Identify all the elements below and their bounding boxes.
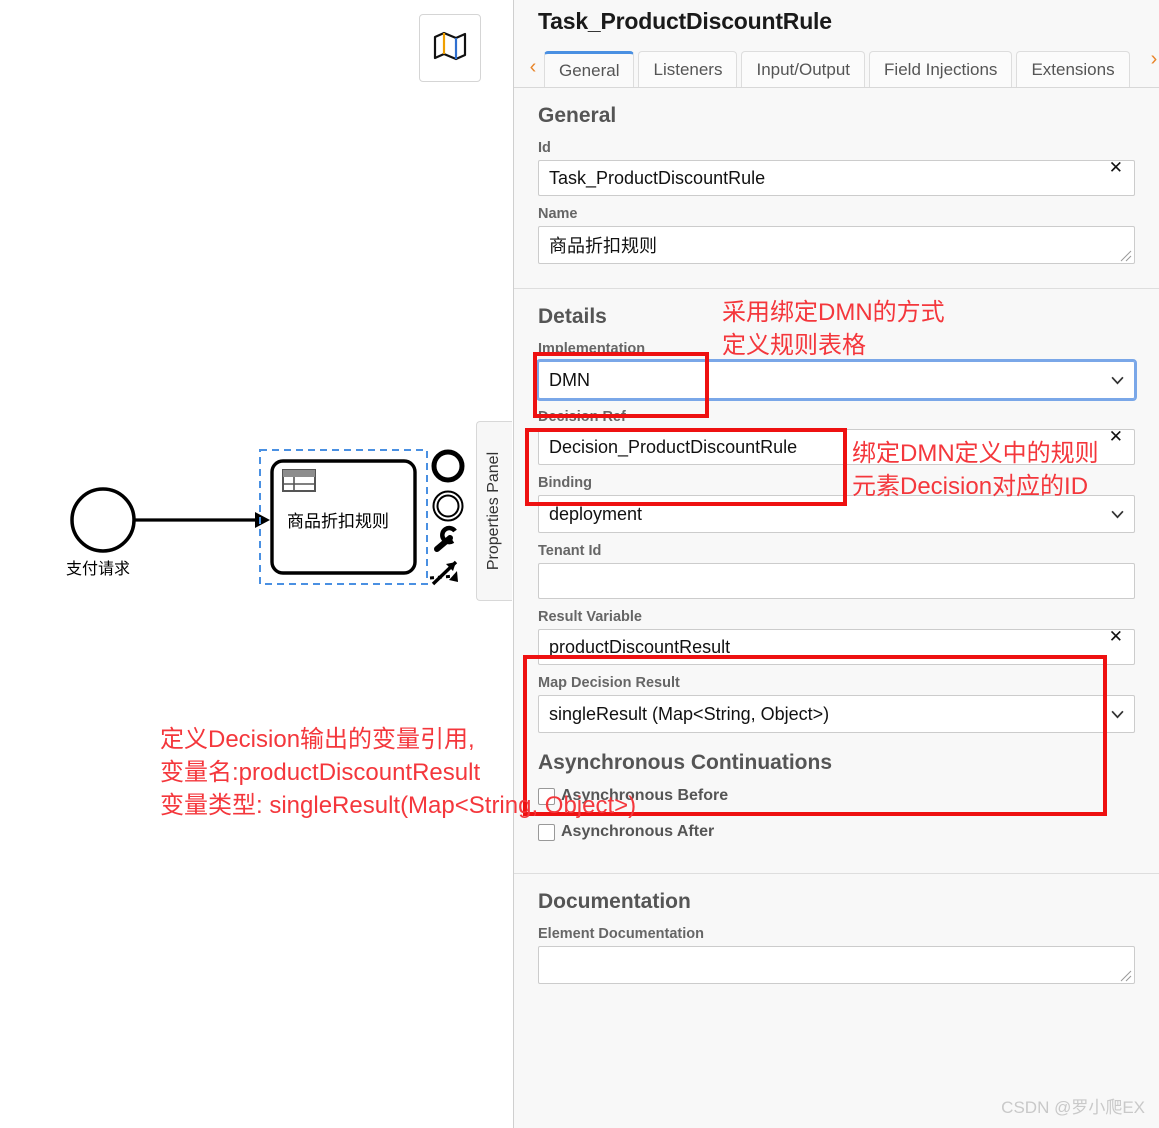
id-input-value: Task_ProductDiscountRule — [549, 167, 766, 188]
annotation-result-variable-note: 定义Decision输出的变量引用, 变量名:productDiscountRe… — [160, 723, 636, 822]
element-documentation-input[interactable] — [538, 946, 1135, 984]
tenant-id-input[interactable] — [538, 563, 1135, 599]
field-id-label: Id — [538, 140, 551, 156]
name-input-value: 商品折扣规则 — [549, 236, 657, 256]
chevron-down-icon — [1111, 710, 1124, 719]
properties-panel: Task_ProductDiscountRule ‹ General Liste… — [513, 0, 1159, 1128]
tab-listeners-label: Listeners — [653, 59, 723, 79]
field-map-decision-result-label: Map Decision Result — [538, 675, 680, 691]
annotation-implementation-note: 采用绑定DMN的方式 定义规则表格 — [722, 296, 945, 362]
implementation-select[interactable]: DMN — [536, 359, 1137, 401]
annotation-result-line3: 变量类型: singleResult(Map<String, Object>) — [160, 792, 637, 820]
tab-scroll-right-arrow[interactable]: › — [1135, 46, 1157, 79]
resize-grip-icon — [1120, 250, 1132, 262]
annotation-result-line2: 变量名:productDiscountResult — [160, 759, 481, 787]
field-name: Name 商品折扣规则 — [538, 206, 1135, 264]
section-general-title: General — [538, 104, 617, 127]
bpmn-canvas[interactable]: 支付请求 商品折扣规则 Properties Panel — [0, 0, 513, 1128]
tab-scroll-left-arrow[interactable]: ‹ — [522, 47, 544, 87]
field-element-documentation: Element Documentation — [538, 926, 1135, 984]
page-title: Task_ProductDiscountRule — [538, 8, 832, 34]
start-event-shape[interactable] — [70, 487, 136, 553]
decision-ref-input-value: Decision_ProductDiscountRule — [549, 436, 798, 457]
field-tenant-id: Tenant Id — [538, 543, 1135, 599]
properties-panel-tab-label: Properties Panel — [485, 451, 503, 571]
id-clear-icon[interactable]: ✕ — [1109, 158, 1123, 178]
properties-panel-header: Task_ProductDiscountRule — [514, 0, 1159, 46]
context-pad-append-end-event[interactable] — [431, 449, 465, 483]
name-input[interactable]: 商品折扣规则 — [538, 226, 1135, 264]
annotation-implementation-line1: 采用绑定DMN的方式 — [722, 299, 945, 326]
async-after-checkbox[interactable] — [538, 823, 555, 841]
implementation-select-value: DMN — [549, 369, 590, 390]
tab-general[interactable]: General — [544, 51, 635, 87]
field-decision-ref-label: Decision Ref — [538, 409, 626, 425]
chevron-down-icon — [1111, 510, 1124, 519]
tab-field-injections[interactable]: Field Injections — [869, 51, 1013, 87]
annotation-decision-ref-note: 绑定DMN定义中的规则 元素Decision对应的ID — [852, 437, 1099, 503]
tab-extensions-label: Extensions — [1031, 59, 1115, 79]
annotation-implementation-line2: 定义规则表格 — [722, 332, 866, 360]
tab-listeners[interactable]: Listeners — [638, 51, 738, 87]
tab-input-output-label: Input/Output — [756, 59, 851, 79]
binding-select-value: deployment — [549, 503, 643, 524]
section-general: General Id Task_ProductDiscountRule ✕ Na… — [514, 88, 1159, 288]
field-tenant-id-label: Tenant Id — [538, 543, 602, 559]
map-decision-result-select-value: singleResult (Map<String, Object>) — [549, 703, 830, 724]
section-documentation-title: Documentation — [538, 890, 691, 913]
result-variable-input-value: productDiscountResult — [549, 636, 731, 657]
tab-extensions[interactable]: Extensions — [1016, 51, 1130, 87]
watermark: CSDN @罗小爬EX — [1001, 1098, 1145, 1117]
annotation-decision-ref-line2: 元素Decision对应的ID — [852, 473, 1089, 501]
async-after-row[interactable]: Asynchronous After — [538, 823, 1135, 841]
context-pad-wrench-icon[interactable] — [434, 525, 457, 552]
annotation-decision-ref-line1: 绑定DMN定义中的规则 — [852, 440, 1099, 467]
sequence-flow-arrowhead — [255, 512, 270, 528]
result-variable-clear-icon[interactable]: ✕ — [1109, 627, 1123, 647]
properties-panel-body: General Id Task_ProductDiscountRule ✕ Na… — [514, 88, 1159, 1008]
context-pad-append-intermediate-event[interactable] — [432, 490, 464, 522]
async-after-label: Asynchronous After — [561, 823, 715, 840]
result-variable-input[interactable]: productDiscountResult ✕ — [538, 627, 1135, 665]
chevron-down-icon — [1111, 376, 1124, 385]
business-rule-table-icon — [282, 469, 316, 492]
tab-general-label: General — [559, 60, 620, 80]
resize-grip-icon — [1120, 970, 1132, 982]
context-pad-append-connection-icon[interactable] — [429, 560, 458, 586]
tab-field-injections-label: Field Injections — [884, 59, 998, 79]
properties-tab-bar[interactable]: ‹ General Listeners Input/Output Field I… — [514, 46, 1159, 88]
section-documentation: Documentation Element Documentation — [514, 873, 1159, 1008]
properties-panel-tab[interactable]: Properties Panel — [476, 421, 512, 601]
decision-ref-clear-icon[interactable]: ✕ — [1109, 427, 1123, 447]
field-id: Id Task_ProductDiscountRule ✕ — [538, 140, 1135, 196]
field-name-label: Name — [538, 206, 578, 222]
field-result-variable: Result Variable productDiscountResult ✕ — [538, 609, 1135, 665]
start-event-label: 支付请求 — [66, 561, 131, 578]
tab-input-output[interactable]: Input/Output — [741, 51, 866, 87]
annotation-result-line1: 定义Decision输出的变量引用, — [160, 726, 475, 753]
field-result-variable-label: Result Variable — [538, 609, 642, 625]
business-rule-task-label: 商品折扣规则 — [287, 512, 389, 531]
field-element-documentation-label: Element Documentation — [538, 926, 704, 942]
id-input[interactable]: Task_ProductDiscountRule ✕ — [538, 158, 1135, 196]
